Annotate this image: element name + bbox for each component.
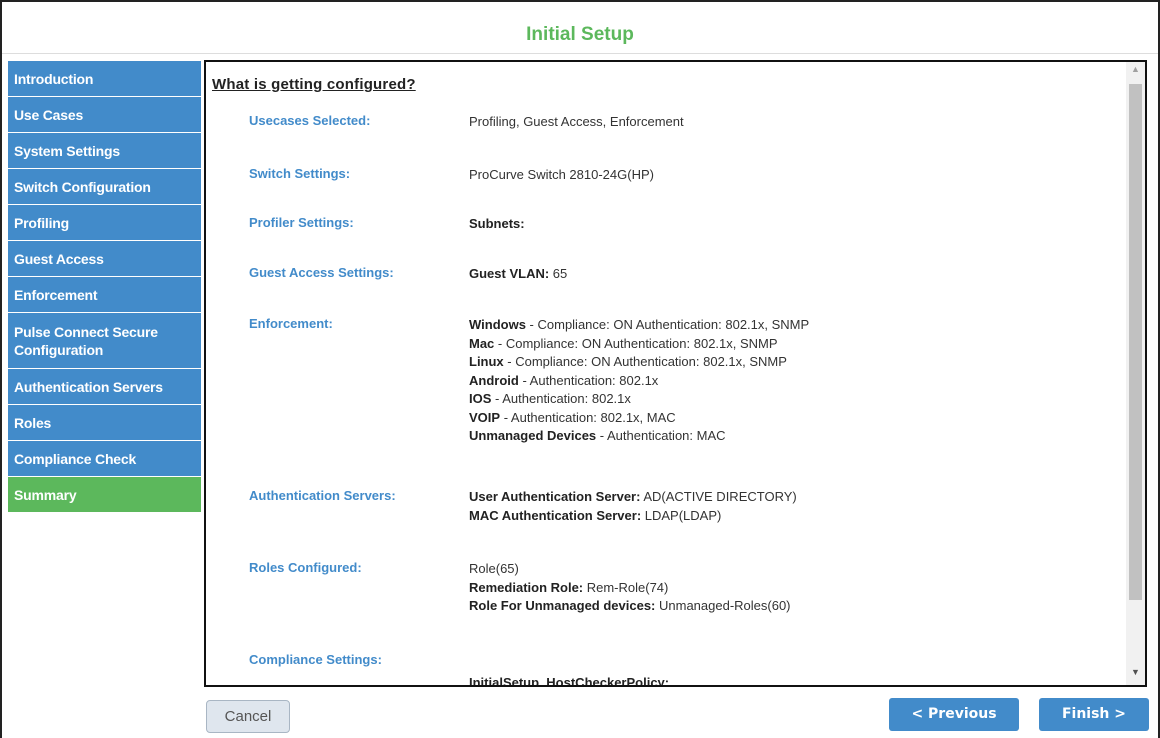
auth-server-value: AD(ACTIVE DIRECTORY): [640, 489, 797, 504]
guest-label: Guest Access Settings:: [249, 265, 394, 280]
enforcement-os: VOIP: [469, 409, 501, 425]
roles-values: Role(65) Remediation Role: Rem-Role(74) …: [469, 560, 791, 616]
switch-label: Switch Settings:: [249, 166, 351, 181]
sidebar-nav: Introduction Use Cases System Settings S…: [8, 61, 201, 513]
enforcement-line: Linux - Compliance: ON Authentication: 8…: [469, 353, 809, 372]
cancel-button[interactable]: Cancel: [206, 700, 290, 733]
auth-server-key: MAC Authentication Server:: [469, 507, 642, 523]
enforcement-line: Android - Authentication: 802.1x: [469, 372, 809, 391]
content-scrollbar[interactable]: ▲ ▼: [1126, 62, 1145, 685]
auth-server-value: LDAP(LDAP): [641, 507, 722, 523]
finish-button[interactable]: Finish >: [1039, 698, 1149, 731]
role-key: Role For Unmanaged devices:: [469, 598, 656, 613]
profiler-label: Profiler Settings:: [249, 215, 354, 230]
sidebar-item-introduction[interactable]: Introduction: [8, 61, 201, 97]
guest-vlan-key: Guest VLAN:: [469, 266, 550, 281]
enforcement-line: VOIP - Authentication: 802.1x, MAC: [469, 409, 809, 428]
auth-server-key: User Authentication Server:: [469, 489, 641, 504]
enforcement-os: Unmanaged Devices: [469, 428, 597, 443]
guest-vlan-value: 65: [549, 266, 568, 281]
usecases-value: Profiling, Guest Access, Enforcement: [469, 114, 684, 129]
enforcement-os: Linux: [469, 354, 504, 369]
usecases-label: Usecases Selected:: [249, 113, 371, 128]
sidebar-item-guest-access[interactable]: Guest Access: [8, 241, 201, 277]
sidebar-item-compliance-check[interactable]: Compliance Check: [8, 441, 201, 477]
enforcement-detail: - Compliance: ON Authentication: 802.1x,…: [494, 335, 778, 351]
enforcement-detail: - Authentication: MAC: [596, 428, 726, 443]
sidebar-item-authentication-servers[interactable]: Authentication Servers: [8, 369, 201, 405]
switch-value: ProCurve Switch 2810-24G(HP): [469, 167, 654, 182]
enforcement-detail: - Authentication: 802.1x, MAC: [500, 409, 676, 425]
previous-button[interactable]: < Previous: [889, 698, 1019, 731]
roles-label: Roles Configured:: [249, 560, 362, 575]
enforcement-os: Windows: [469, 317, 526, 332]
auth-servers-label: Authentication Servers:: [249, 488, 396, 503]
role-line: Remediation Role: Rem-Role(74): [469, 579, 791, 598]
header-bar: Initial Setup: [2, 2, 1158, 54]
enforcement-values: Windows - Compliance: ON Authentication:…: [469, 316, 809, 446]
sidebar-item-system-settings[interactable]: System Settings: [8, 133, 201, 169]
enforcement-os: Mac: [469, 335, 495, 351]
scroll-up-arrow-icon[interactable]: ▲: [1126, 64, 1145, 80]
role-value: Unmanaged-Roles(60): [655, 598, 791, 613]
sidebar-item-profiling[interactable]: Profiling: [8, 205, 201, 241]
enforcement-detail: - Compliance: ON Authentication: 802.1x,…: [525, 317, 810, 332]
sidebar-item-use-cases[interactable]: Use Cases: [8, 97, 201, 133]
profiler-subnets-key: Subnets:: [469, 216, 525, 231]
auth-servers-values: User Authentication Server: AD(ACTIVE DI…: [469, 488, 797, 525]
sidebar-item-summary[interactable]: Summary: [8, 477, 201, 513]
section-heading: What is getting configured?: [212, 76, 416, 93]
auth-server-line: User Authentication Server: AD(ACTIVE DI…: [469, 488, 797, 507]
enforcement-detail: - Authentication: 802.1x: [491, 391, 631, 406]
setup-window: Initial Setup Introduction Use Cases Sys…: [0, 0, 1160, 738]
role-line: Role(65): [469, 561, 519, 576]
guest-value: Guest VLAN: 65: [469, 265, 567, 284]
enforcement-detail: - Compliance: ON Authentication: 802.1x,…: [503, 354, 787, 369]
sidebar-item-switch-configuration[interactable]: Switch Configuration: [8, 169, 201, 205]
summary-content: What is getting configured? Usecases Sel…: [206, 62, 1126, 685]
page-title: Initial Setup: [526, 24, 634, 45]
enforcement-line: Windows - Compliance: ON Authentication:…: [469, 316, 809, 335]
summary-panel: What is getting configured? Usecases Sel…: [204, 60, 1147, 687]
enforcement-line: Mac - Compliance: ON Authentication: 802…: [469, 335, 809, 354]
compliance-policy-key: InitialSetup_HostCheckerPolicy:: [469, 675, 670, 685]
sidebar-item-enforcement[interactable]: Enforcement: [8, 277, 201, 313]
role-key: Remediation Role:: [469, 579, 584, 595]
scroll-thumb[interactable]: [1129, 84, 1142, 600]
footer-bar: Cancel < Previous Finish >: [2, 692, 1160, 738]
compliance-label: Compliance Settings:: [249, 652, 382, 667]
role-value: Rem-Role(74): [583, 579, 669, 595]
enforcement-os: Android: [469, 372, 519, 388]
compliance-value: InitialSetup_HostCheckerPolicy:: [469, 674, 669, 685]
enforcement-detail: - Authentication: 802.1x: [518, 372, 659, 388]
sidebar-item-pulse-connect-secure[interactable]: Pulse Connect Secure Configuration: [8, 313, 201, 369]
role-line: Role For Unmanaged devices: Unmanaged-Ro…: [469, 597, 791, 616]
sidebar-item-roles[interactable]: Roles: [8, 405, 201, 441]
scroll-down-arrow-icon[interactable]: ▼: [1126, 667, 1145, 683]
auth-server-line: MAC Authentication Server: LDAP(LDAP): [469, 507, 797, 526]
enforcement-label: Enforcement:: [249, 316, 333, 331]
enforcement-line: IOS - Authentication: 802.1x: [469, 390, 809, 409]
enforcement-os: IOS: [469, 391, 492, 406]
enforcement-line: Unmanaged Devices - Authentication: MAC: [469, 427, 809, 446]
profiler-value: Subnets:: [469, 215, 525, 234]
